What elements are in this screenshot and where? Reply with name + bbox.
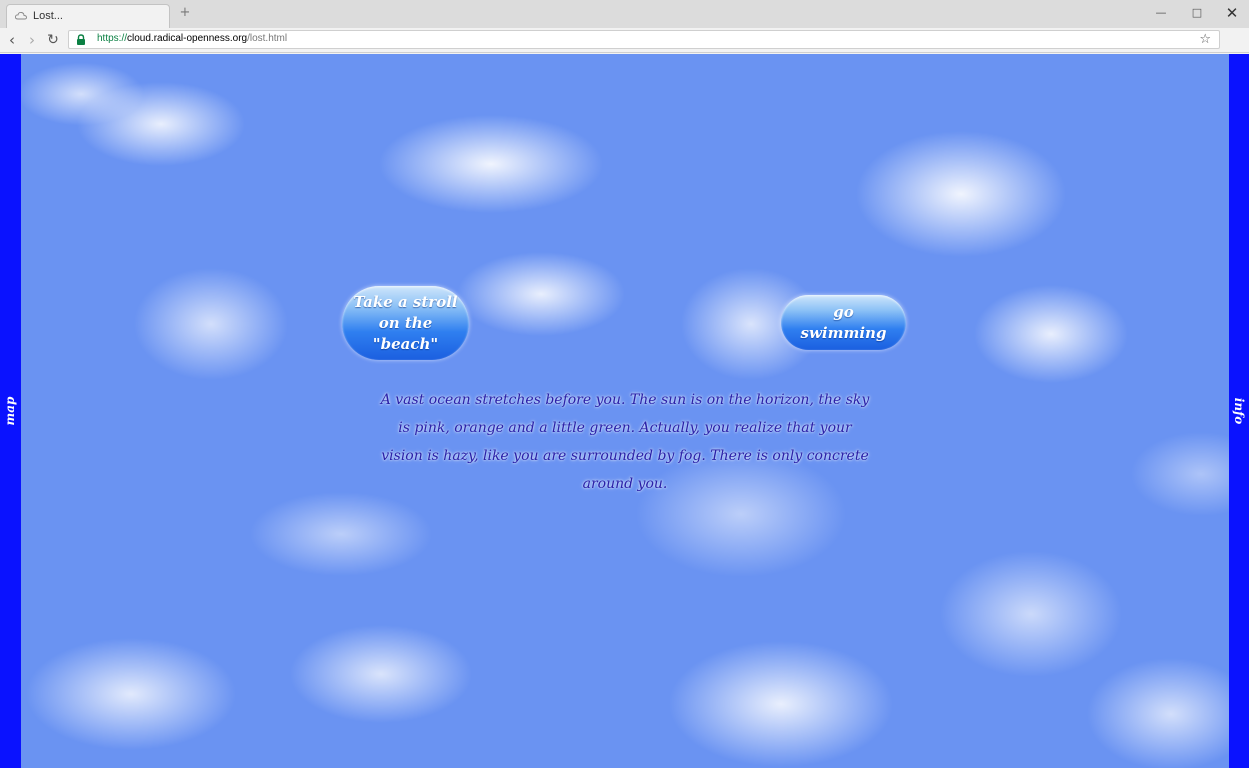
minimize-icon[interactable]: — xyxy=(1150,4,1172,22)
back-arrow-icon[interactable]: ‹ xyxy=(2,30,22,50)
bookmark-star-icon[interactable]: ☆ xyxy=(1199,31,1211,48)
info-sidebar[interactable]: info xyxy=(1229,54,1249,768)
close-icon[interactable]: ✕ xyxy=(1221,4,1243,22)
url-host: cloud.radical-openness.org xyxy=(127,33,248,44)
address-bar[interactable]: https://cloud.radical-openness.org/lost.… xyxy=(68,30,1220,49)
url-scheme: https:// xyxy=(97,33,128,44)
new-tab-button[interactable]: + xyxy=(178,6,192,20)
story-text: A vast ocean stretches before you. The s… xyxy=(380,392,870,492)
reload-icon[interactable]: ↻ xyxy=(43,30,63,50)
url-text: https://cloud.radical-openness.org/lost.… xyxy=(97,33,287,44)
beach-choice-button[interactable]: Take a stroll on the "beach" xyxy=(342,286,469,360)
info-link[interactable]: info xyxy=(1232,398,1246,424)
toolbar: ‹ › ↻ https://cloud.radical-openness.org… xyxy=(0,28,1249,72)
url-path: /lost.html xyxy=(247,33,288,44)
swim-choice-button[interactable]: go swimming xyxy=(781,295,906,350)
tab-title: Lost... xyxy=(33,10,63,22)
tab-lost[interactable]: Lost... xyxy=(6,4,170,28)
tab-strip: Lost... + — □ ✕ xyxy=(0,0,1249,28)
map-link[interactable]: map xyxy=(3,397,17,426)
forward-arrow-icon[interactable]: › xyxy=(22,30,42,50)
page-viewport: map info Take a stroll on the "beach" go… xyxy=(0,54,1249,768)
cloud-icon xyxy=(15,11,27,20)
maximize-icon[interactable]: □ xyxy=(1186,4,1208,22)
lock-icon xyxy=(77,34,85,45)
map-sidebar[interactable]: map xyxy=(0,54,21,768)
browser-chrome: Lost... + — □ ✕ ‹ › ↻ https://cloud.radi… xyxy=(0,0,1249,72)
